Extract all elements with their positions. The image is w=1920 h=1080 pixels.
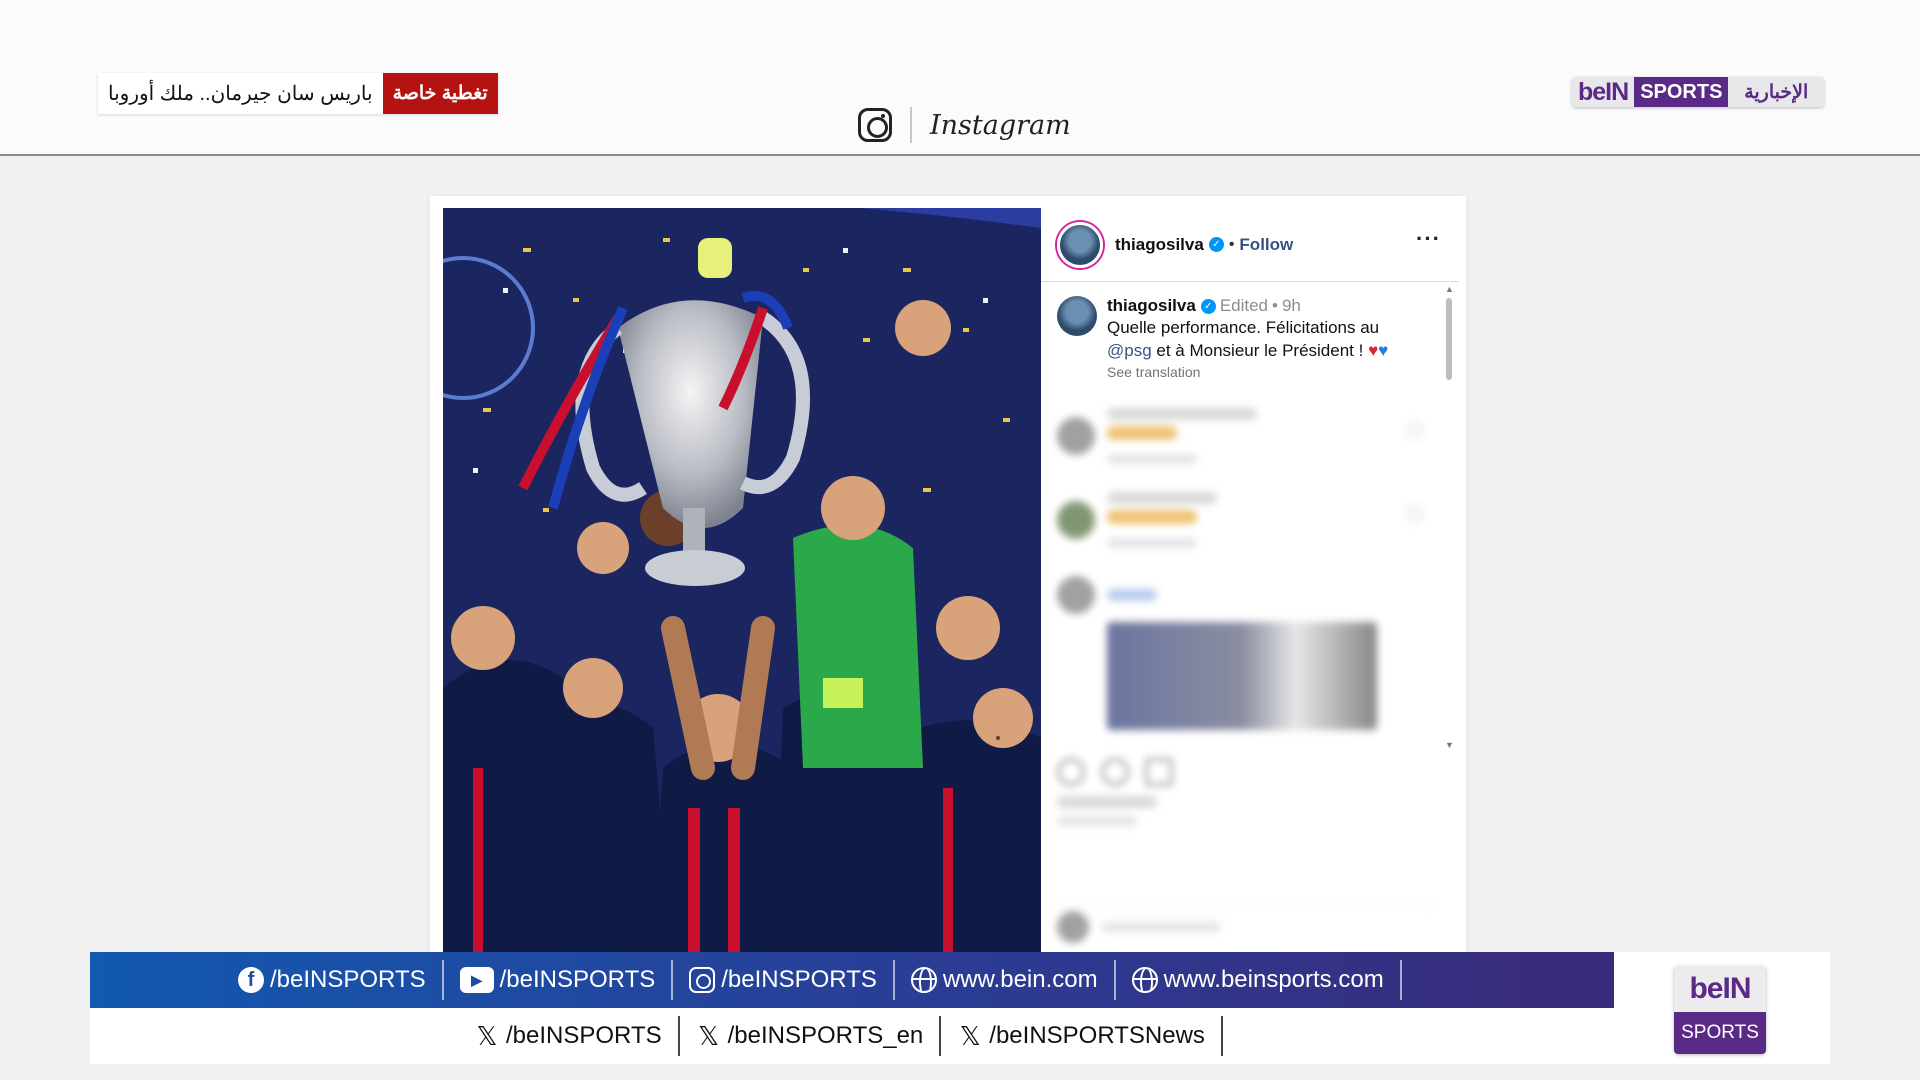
bein-news-logo: beIN SPORTS الإخبارية <box>1572 77 1824 107</box>
social-links-primary: f /beINSPORTS ▶ /beINSPORTS /beINSPORTS … <box>90 952 1614 1008</box>
verified-badge-icon: ✓ <box>1200 298 1216 314</box>
x-link: 𝕏 /beINSPORTSNews <box>941 1016 1223 1056</box>
x-link: 𝕏 /beINSPORTS <box>458 1016 680 1056</box>
add-comment-field <box>1057 906 1439 946</box>
logo-sports-text: SPORTS <box>1674 1012 1766 1054</box>
red-heart-icon: ♥ <box>1368 341 1379 360</box>
like-icon <box>1057 758 1085 786</box>
separator-dot: • <box>1228 235 1235 253</box>
comment-avatar <box>1057 417 1095 455</box>
website-link: www.beinsports.com <box>1116 960 1402 1000</box>
verified-badge-icon: ✓ <box>1208 237 1224 252</box>
post-time: 9h <box>1281 296 1301 315</box>
facebook-link: f /beINSPORTS <box>222 960 444 1000</box>
logo-bein-text: beIN <box>1674 966 1766 1012</box>
globe-icon <box>1131 967 1158 993</box>
youtube-handle: /beINSPORTS <box>499 966 656 993</box>
likes-count <box>1041 796 1459 826</box>
facebook-handle: /beINSPORTS <box>270 966 426 993</box>
post-actions <box>1041 758 1459 786</box>
avatar[interactable] <box>1057 296 1097 336</box>
caption-text-line1: Quelle performance. Félicitations au <box>1107 318 1380 337</box>
see-translation-link[interactable]: See translation <box>1107 364 1437 380</box>
website-url: www.beinsports.com <box>1163 966 1384 993</box>
comment-like-icon <box>1407 422 1423 438</box>
logo-sports-text: SPORTS <box>1634 77 1729 107</box>
comment-icon <box>1101 758 1129 786</box>
instagram-link: /beINSPORTS <box>673 960 895 1000</box>
globe-icon <box>910 967 937 993</box>
caption-text-line2: @psg et à Monsieur le Président ! ♥♥ <box>1107 339 1437 362</box>
x-handle: /beINSPORTSNews <box>989 1022 1205 1049</box>
facebook-icon: f <box>238 967 264 993</box>
x-link: 𝕏 /beINSPORTS_en <box>680 1016 942 1056</box>
scroll-up-icon[interactable]: ▲ <box>1445 284 1454 294</box>
bein-sports-corner: beIN SPORTS <box>1614 952 1830 1064</box>
more-options-icon[interactable]: ··· <box>1416 226 1441 252</box>
top-header: تغطية خاصة باريس سان جيرمان.. ملك أوروبا… <box>0 0 1920 156</box>
social-links-secondary: 𝕏 /beINSPORTS 𝕏 /beINSPORTS_en 𝕏 /beINSP… <box>90 1008 1830 1064</box>
x-icon: 𝕏 <box>698 1020 720 1051</box>
comment-like-icon <box>1407 506 1423 522</box>
caption-text-rest: et à Monsieur le Président ! <box>1151 341 1369 360</box>
comment-item <box>1041 408 1459 464</box>
separator-dot: • <box>1272 296 1278 315</box>
logo-news-text: الإخبارية <box>1728 77 1824 107</box>
comment-media <box>1107 622 1377 730</box>
instagram-post: thiagosilva ✓ • Follow ··· thiagosilva ✓… <box>430 196 1466 956</box>
bein-sports-logo: beIN SPORTS <box>1674 966 1766 1054</box>
comment-avatar <box>1057 501 1095 539</box>
post-photo[interactable] <box>443 208 1041 956</box>
avatar[interactable] <box>1057 221 1103 268</box>
divider <box>910 107 912 143</box>
instagram-icon <box>858 108 892 142</box>
caption-username[interactable]: thiagosilva <box>1107 296 1196 316</box>
mention-link[interactable]: @psg <box>1107 341 1152 360</box>
instagram-brand: Instagram <box>858 105 1071 145</box>
x-icon: 𝕏 <box>476 1020 498 1051</box>
comment-item <box>1041 576 1459 614</box>
share-icon <box>1145 758 1173 786</box>
x-icon: 𝕏 <box>959 1020 981 1051</box>
youtube-icon: ▶ <box>459 967 494 993</box>
trophy-celebration-image <box>443 208 1041 956</box>
website-url: www.bein.com <box>942 966 1098 993</box>
post-sidebar: thiagosilva ✓ • Follow ··· thiagosilva ✓… <box>1041 208 1459 956</box>
post-caption: thiagosilva ✓ Edited • 9h Quelle perform… <box>1041 282 1459 380</box>
x-handle: /beINSPORTS <box>506 1022 662 1049</box>
breaking-headline: باريس سان جيرمان.. ملك أوروبا <box>98 73 383 114</box>
instagram-wordmark: Instagram <box>930 109 1071 141</box>
breaking-tag: تغطية خاصة <box>382 73 498 114</box>
youtube-link: ▶ /beINSPORTS <box>444 960 674 1000</box>
website-link: www.bein.com <box>895 960 1116 1000</box>
instagram-handle: /beINSPORTS <box>721 966 877 993</box>
scroll-thumb[interactable] <box>1446 298 1452 380</box>
edited-label: Edited <box>1219 296 1269 315</box>
blue-heart-icon: ♥ <box>1378 341 1389 360</box>
logo-bein-text: beIN <box>1572 77 1635 107</box>
post-header: thiagosilva ✓ • Follow ··· <box>1041 208 1459 282</box>
instagram-icon <box>689 967 716 993</box>
breaking-news-banner: تغطية خاصة باريس سان جيرمان.. ملك أوروبا <box>98 73 498 114</box>
comment-avatar <box>1057 576 1095 614</box>
comment-item <box>1041 492 1459 548</box>
follow-button[interactable]: Follow <box>1239 235 1293 255</box>
x-handle: /beINSPORTS_en <box>727 1022 924 1049</box>
commenter-avatar <box>1057 910 1089 943</box>
username[interactable]: thiagosilva <box>1115 235 1204 255</box>
blurred-comments <box>1041 408 1459 826</box>
